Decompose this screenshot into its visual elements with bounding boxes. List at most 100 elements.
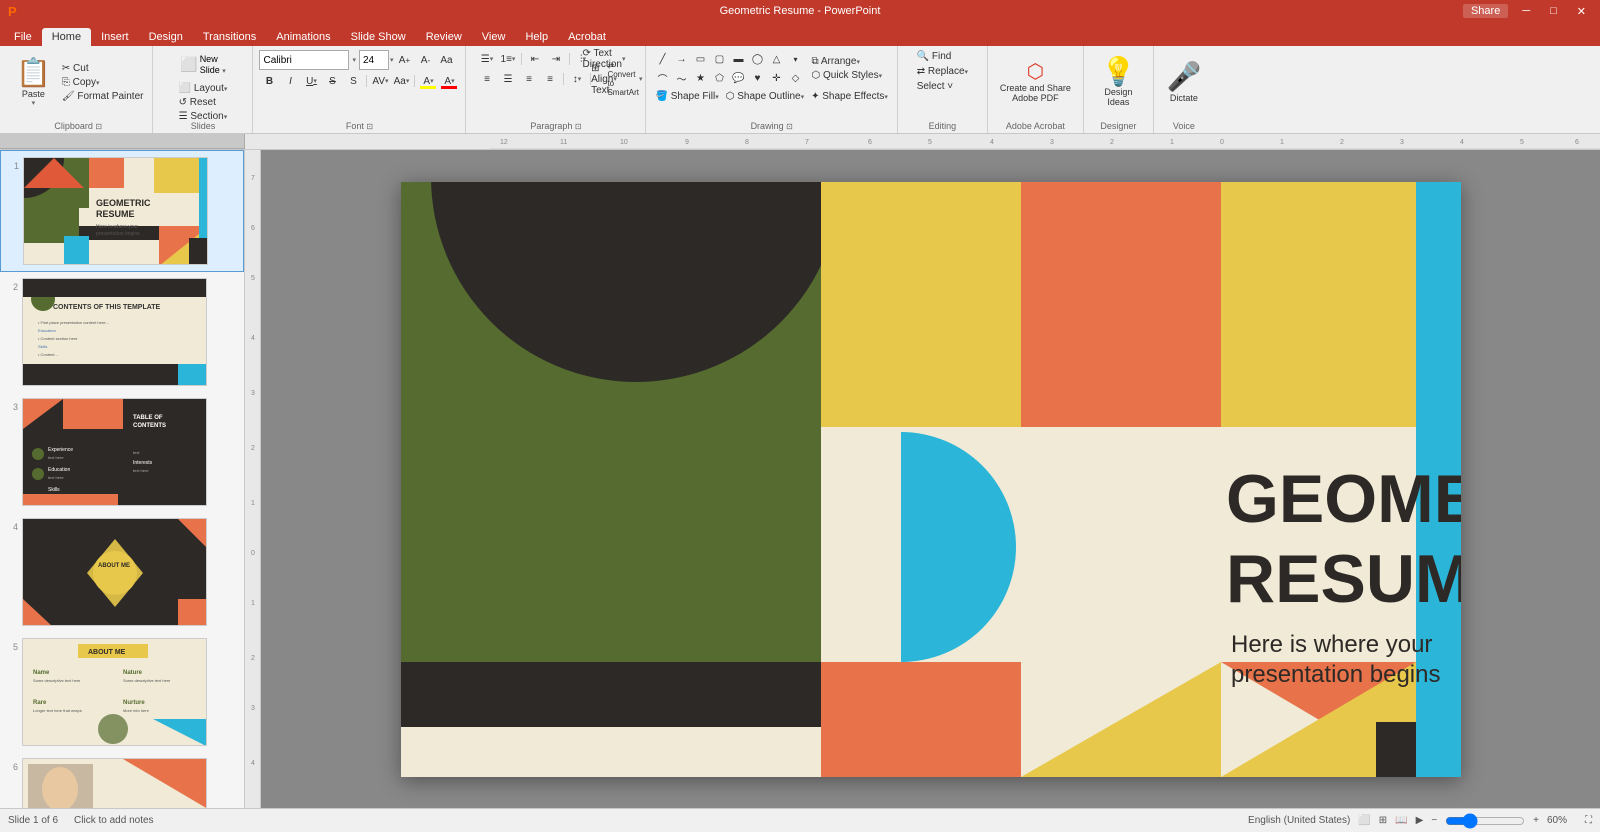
shape-pentagon[interactable]: ⬠: [709, 69, 729, 87]
shape-rect2[interactable]: ▬: [728, 50, 748, 68]
new-slide-icon: ⬜: [180, 56, 197, 73]
svg-text:presentation begins: presentation begins: [1231, 661, 1440, 688]
bold-button[interactable]: B: [259, 72, 279, 90]
svg-text:2: 2: [1110, 139, 1114, 146]
smartart-button[interactable]: ⇄ Convert to SmartArt ▾: [615, 70, 635, 88]
replace-button[interactable]: ⇄ Replace ▾: [914, 65, 971, 78]
cut-button[interactable]: ✂ Cut: [59, 62, 147, 75]
reset-button[interactable]: ↺ Reset: [176, 96, 231, 109]
font-name-input[interactable]: [259, 50, 349, 70]
select-button[interactable]: Select ˅: [914, 80, 956, 93]
shape-curve[interactable]: ⌒: [652, 69, 672, 87]
new-slide-button[interactable]: ⬜ New Slide ▾: [174, 50, 231, 79]
shape-fill-button[interactable]: 🪣 Shape Fill ▾: [652, 90, 721, 103]
shape-cross[interactable]: ✛: [766, 69, 786, 87]
fit-slide-button[interactable]: ⛶: [1585, 815, 1592, 826]
slide-thumb-4[interactable]: 4 ABOUT ME: [0, 512, 244, 632]
svg-text:5: 5: [1520, 139, 1524, 146]
decrease-indent-button[interactable]: ⇤: [525, 50, 545, 68]
bullets-button[interactable]: ☰ ▾: [477, 50, 497, 68]
design-ideas-button[interactable]: 💡 DesignIdeas: [1095, 52, 1142, 114]
center-button[interactable]: ☰: [498, 70, 518, 88]
shape-oval[interactable]: ◯: [747, 50, 767, 68]
underline-button[interactable]: U ▾: [301, 72, 321, 90]
increase-indent-button[interactable]: ⇥: [546, 50, 566, 68]
shape-triangle[interactable]: △: [766, 50, 786, 68]
svg-text:1: 1: [251, 500, 255, 507]
italic-button[interactable]: I: [280, 72, 300, 90]
shadow-button[interactable]: S: [343, 72, 363, 90]
line-spacing-button[interactable]: ↕ ▾: [567, 70, 587, 88]
zoom-in-button[interactable]: +: [1533, 815, 1539, 826]
maximize-button[interactable]: □: [1544, 5, 1563, 17]
copy-button[interactable]: ⎘ Copy ▾: [59, 76, 147, 89]
share-button[interactable]: Share: [1463, 4, 1508, 18]
zoom-level[interactable]: 60%: [1547, 815, 1577, 826]
view-slideshow-icon[interactable]: ▶: [1416, 815, 1424, 826]
shape-heart[interactable]: ♥: [747, 69, 767, 87]
dictate-button[interactable]: 🎤 Dictate: [1160, 52, 1207, 114]
shape-effects-button[interactable]: ✦ Shape Effects ▾: [808, 90, 891, 103]
shape-outline-button[interactable]: ⬡ Shape Outline ▾: [723, 90, 807, 103]
font-size-input[interactable]: [359, 50, 389, 70]
char-spacing-button[interactable]: AV ▾: [370, 72, 390, 90]
font-case-button[interactable]: Aa ▾: [391, 72, 411, 90]
slide-thumb-3[interactable]: 3 TABLE OF CONTENTS Experience text here…: [0, 392, 244, 512]
tab-view[interactable]: View: [472, 28, 516, 46]
tab-design[interactable]: Design: [139, 28, 193, 46]
align-left-button[interactable]: ≡: [477, 70, 497, 88]
tab-transitions[interactable]: Transitions: [193, 28, 266, 46]
slide-thumb-1[interactable]: 1: [0, 150, 244, 272]
slide-thumb-5[interactable]: 5 ABOUT ME Name Some descriptive text he…: [0, 632, 244, 752]
strikethrough-button[interactable]: S: [322, 72, 342, 90]
designer-group: 💡 DesignIdeas Designer: [1084, 46, 1154, 133]
find-button[interactable]: 🔍 Find: [914, 50, 955, 63]
decrease-font-button[interactable]: A-: [416, 51, 436, 69]
tab-slideshow[interactable]: Slide Show: [341, 28, 416, 46]
tab-animations[interactable]: Animations: [266, 28, 340, 46]
shape-callout[interactable]: 💬: [728, 69, 748, 87]
shape-more[interactable]: ▾: [785, 50, 805, 68]
clear-format-button[interactable]: Aa: [437, 51, 457, 69]
shape-star[interactable]: ★: [690, 69, 710, 87]
slide-thumb-2[interactable]: 2 CONTENTS OF THIS TEMPLATE • First plac…: [0, 272, 244, 392]
quick-styles-button[interactable]: ⬡ Quick Styles ▾: [808, 69, 885, 82]
tab-acrobat[interactable]: Acrobat: [558, 28, 616, 46]
layout-button[interactable]: ⬜ Layout ▾: [176, 82, 231, 95]
shape-rect[interactable]: ▭: [690, 50, 710, 68]
svg-text:1: 1: [1280, 139, 1284, 146]
minimize-button[interactable]: ─: [1516, 5, 1536, 17]
tab-review[interactable]: Review: [416, 28, 472, 46]
shape-diamond[interactable]: ◇: [785, 69, 805, 87]
zoom-out-button[interactable]: −: [1431, 815, 1437, 826]
tab-help[interactable]: Help: [515, 28, 558, 46]
tab-file[interactable]: File: [4, 28, 42, 46]
svg-text:4: 4: [1460, 139, 1464, 146]
close-button[interactable]: ✕: [1571, 5, 1592, 18]
view-sorter-icon[interactable]: ⊞: [1379, 815, 1387, 826]
shape-line[interactable]: ╱: [652, 50, 672, 68]
format-painter-button[interactable]: 🖌 Format Painter: [59, 90, 147, 103]
shape-arrow[interactable]: →: [671, 50, 691, 68]
align-right-button[interactable]: ≡: [519, 70, 539, 88]
highlight-button[interactable]: A ▾: [418, 72, 438, 90]
title-bar-controls[interactable]: Share ─ □ ✕: [1463, 4, 1592, 18]
notes-label[interactable]: Click to add notes: [74, 815, 154, 826]
font-color-button[interactable]: A ▾: [439, 72, 459, 90]
shape-rounded-rect[interactable]: ▢: [709, 50, 729, 68]
slide-canvas[interactable]: GEOMETRIC RESUME Here is where your pres…: [401, 182, 1461, 777]
shape-freeform[interactable]: 〜: [671, 69, 691, 87]
view-normal-icon[interactable]: ⬜: [1358, 815, 1370, 826]
tab-home[interactable]: Home: [42, 28, 91, 46]
increase-font-button[interactable]: A+: [395, 51, 415, 69]
arrange-button[interactable]: ⧉ Arrange ▾: [808, 55, 885, 68]
tab-insert[interactable]: Insert: [91, 28, 139, 46]
view-reading-icon[interactable]: 📖: [1395, 815, 1407, 826]
ruler-horizontal: 12 11 10 9 8 7 6 5 4 3 2 1 0 1 2 3 4 5 6…: [490, 134, 1600, 150]
paste-button[interactable]: 📋 Paste ▾: [10, 52, 57, 114]
slide-thumb-6[interactable]: 6 A PICTURE ALWAYS: [0, 752, 244, 808]
create-pdf-button[interactable]: ⬡ Create and ShareAdobe PDF: [994, 52, 1077, 114]
numbering-button[interactable]: 1≡ ▾: [498, 50, 518, 68]
zoom-slider[interactable]: [1445, 815, 1525, 827]
justify-button[interactable]: ≡: [540, 70, 560, 88]
